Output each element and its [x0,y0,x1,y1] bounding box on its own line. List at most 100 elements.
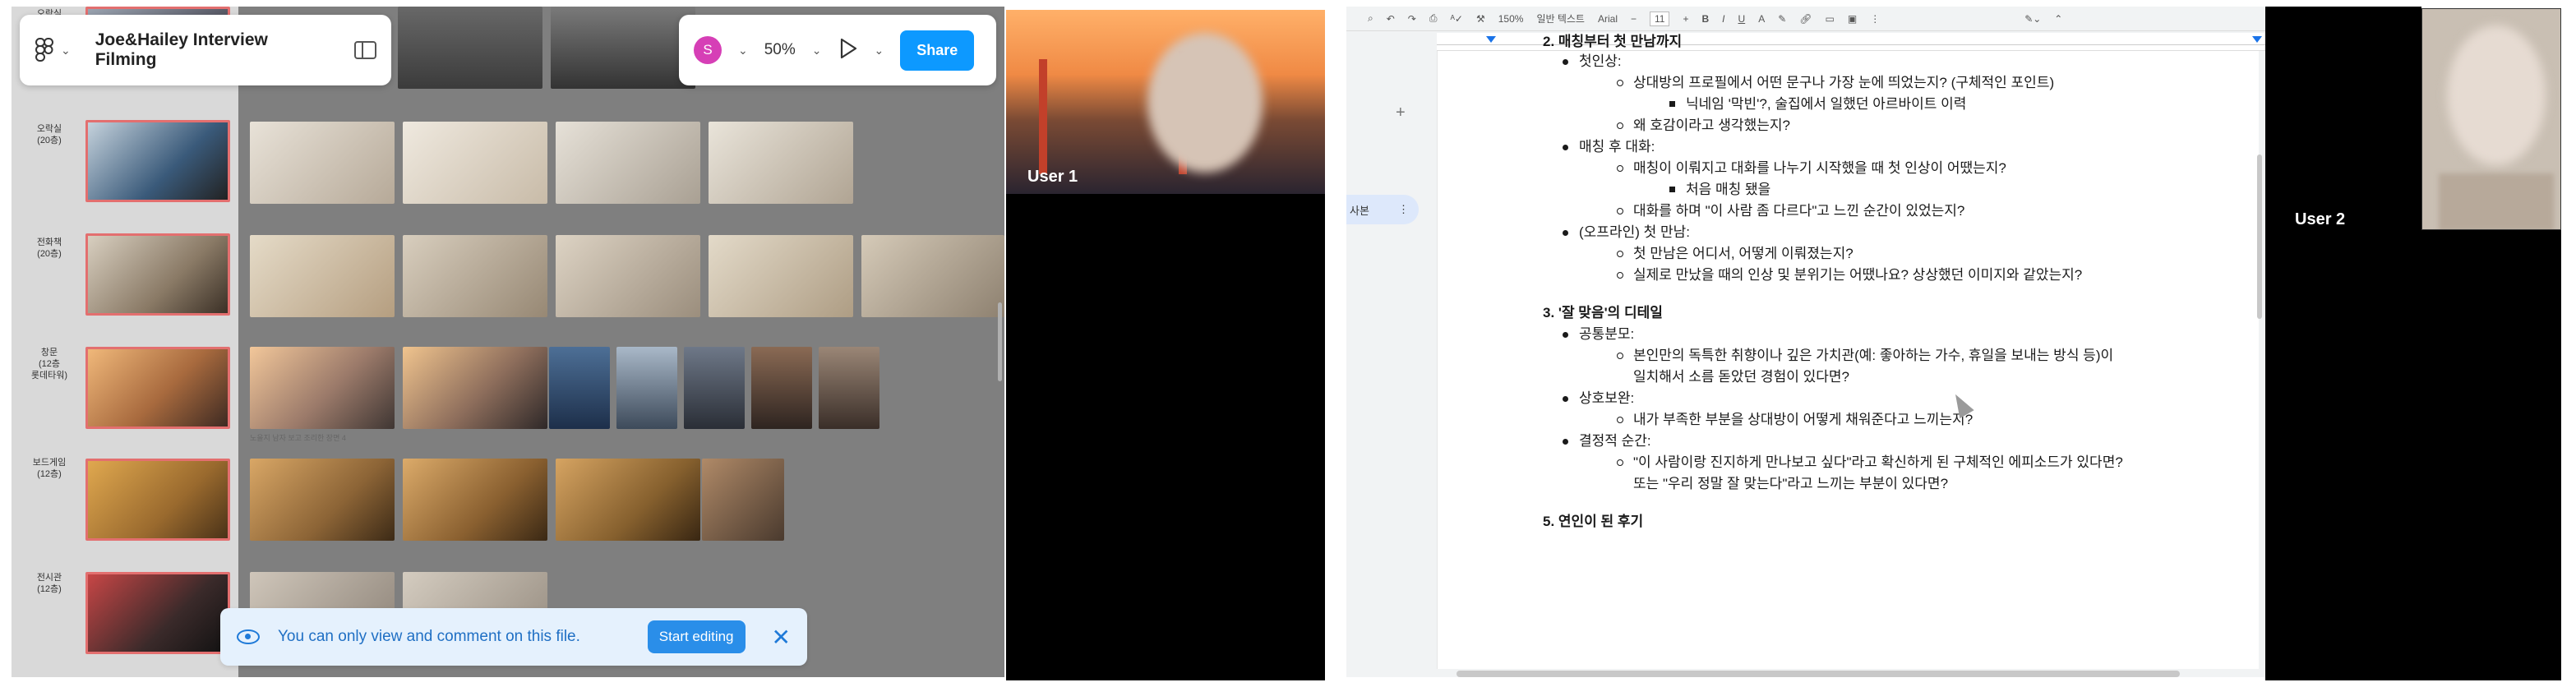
figma-logo-icon[interactable] [35,38,56,62]
link-icon[interactable]: 🔗︎ [1799,13,1812,25]
font-size-input[interactable]: 11 [1650,11,1670,26]
document-line[interactable]: 상대방의 프로필에서 어떤 문구나 가장 눈에 띄었는지? (구체적인 포인트) [1616,74,2054,92]
avatar[interactable]: S [694,36,722,64]
photo[interactable] [250,122,395,204]
photo[interactable] [616,347,677,429]
canvas-scrollbar[interactable] [998,302,1002,381]
scene-thumbnail[interactable] [85,459,230,541]
document-line[interactable]: 첫인상: [1563,53,1622,71]
chevron-down-icon[interactable]: ⌄ [875,44,884,58]
photo[interactable] [403,122,547,204]
font-size-plus[interactable]: + [1683,13,1688,25]
style-select[interactable]: 일반 텍스트 [1536,12,1585,25]
photo[interactable] [702,459,784,541]
zoom-level[interactable]: 50% [764,41,796,59]
photo[interactable] [403,235,547,317]
document-line[interactable]: "이 사람이랑 진지하게 만나보고 싶다"라고 확신하게 된 구체적인 에피소드… [1617,454,2123,472]
document-line[interactable]: 상호보완: [1562,390,1634,408]
photo[interactable] [709,122,853,204]
more-icon[interactable]: ⋮ [1398,203,1409,216]
banner-message: You can only view and comment on this fi… [278,628,580,645]
photo[interactable] [549,347,610,429]
section-heading[interactable]: 3. '잘 맞음'의 디테일 [1543,304,1663,322]
document-line[interactable]: 첫 만남은 어디서, 어떻게 이뤄졌는지? [1617,245,1854,263]
document-line[interactable]: 결정적 순간: [1563,432,1651,450]
horizontal-scrollbar[interactable] [1457,671,2180,677]
document-line[interactable]: 닉네임 '막빈'?, 술집에서 일했던 아르바이트 이력 [1669,95,1966,113]
photo[interactable] [684,347,745,429]
underline-icon[interactable]: U [1738,13,1746,25]
document-line[interactable]: 또는 "우리 정말 잘 맞는다"라고 느끼는 부분이 있다면? [1633,475,1948,493]
print-icon[interactable]: ⎙ [1429,12,1438,25]
section-heading[interactable]: 5. 연인이 된 후기 [1543,513,1643,531]
photo[interactable] [861,235,1004,317]
video-tile-user-1[interactable]: User 1 [1006,10,1325,194]
photo[interactable] [250,459,395,541]
document-line[interactable]: 본인만의 독특한 취향이나 깊은 가치관(예: 좋아하는 가수, 휴일을 보내는… [1616,347,2113,365]
photo[interactable] [403,347,547,429]
bold-icon[interactable]: B [1702,13,1710,25]
search-icon[interactable]: ⌕ [1368,12,1373,25]
scene-thumbnail[interactable] [85,347,230,429]
document-line[interactable]: 실제로 만났을 때의 인상 및 분위기는 어땠나요? 상상했던 이미지와 같았는… [1616,266,2082,284]
photo[interactable] [819,347,879,429]
document-page[interactable]: 2. 매칭부터 첫 만남까지첫인상: 상대방의 프로필에서 어떤 문구나 가장 눈… [1437,34,2259,669]
photo[interactable] [556,122,700,204]
document-line[interactable]: 왜 호감이라고 생각했는지? [1617,117,1790,135]
left-indent-marker[interactable] [1486,36,1496,43]
sidebar-toggle-icon[interactable] [353,41,376,59]
image-icon[interactable]: ▣ [1848,13,1857,25]
file-title[interactable]: Joe&Hailey Interview Filming [95,30,325,70]
photo[interactable] [250,347,395,429]
paint-format-icon[interactable]: ⚒ [1476,13,1485,25]
document-line[interactable]: 일치해서 소름 돋았던 경험이 있다면? [1633,368,1849,386]
photo[interactable] [751,347,812,429]
document-line[interactable]: 내가 부족한 부분을 상대방이 어떻게 채워준다고 느끼는지? [1616,411,1973,429]
highlight-icon[interactable]: ✎ [1778,13,1786,25]
figma-canvas[interactable]: 오락실 오락실 (20층) 전화책 (20층) 창문 (12층 롯데타워) 보드… [12,7,1004,677]
right-indent-marker[interactable] [2252,36,2262,43]
photo[interactable] [403,459,547,541]
photo[interactable] [250,235,395,317]
close-icon[interactable]: ✕ [772,624,791,651]
document-line[interactable]: (오프라인) 첫 만남: [1563,224,1690,242]
collapse-icon[interactable]: ⌃ [2054,13,2062,25]
scene-thumbnail[interactable] [85,120,230,202]
chevron-down-icon[interactable]: ⌄ [812,44,822,58]
document-line[interactable]: 매칭 후 대화: [1562,138,1655,156]
present-play-icon[interactable] [838,38,858,63]
more-icon[interactable]: ⋮ [1870,13,1880,25]
scene-thumbnail[interactable] [85,572,230,654]
chevron-down-icon[interactable]: ⌄ [61,44,71,58]
start-editing-button[interactable]: Start editing [647,620,746,653]
undo-icon[interactable]: ↶ [1387,13,1395,25]
document-line[interactable]: 처음 매칭 됐을 [1669,181,1770,199]
chevron-down-icon[interactable]: ⌄ [738,44,748,58]
vertical-scrollbar[interactable] [2257,154,2262,319]
add-tab-icon[interactable]: + [1396,104,1406,122]
document-line[interactable]: 매칭이 이뤄지고 대화를 나누기 시작했을 때 첫 인상이 어땠는지? [1617,159,2006,178]
scene-thumbnail[interactable] [85,233,230,316]
font-select[interactable]: Arial [1598,13,1618,25]
comment-icon[interactable]: ▭ [1826,13,1835,25]
photo[interactable] [556,235,700,317]
outline-tab[interactable]: 사본 ⋮ [1346,195,1419,224]
italic-icon[interactable]: I [1722,13,1724,25]
redo-icon[interactable]: ↷ [1408,13,1416,25]
video-tile-user-2[interactable] [2421,8,2561,230]
photo[interactable] [551,7,695,89]
editing-mode-icon[interactable]: ✎⌄ [2024,13,2041,25]
font-size-minus[interactable]: − [1631,13,1637,25]
spellcheck-icon[interactable]: ᴬ✓ [1450,13,1463,25]
document-line[interactable]: 공통분모: [1562,325,1634,344]
zoom-select[interactable]: 150% [1498,13,1524,25]
document-line[interactable]: 대화를 하며 "이 사람 좀 다르다"고 느낀 순간이 있었는지? [1616,202,1964,220]
text-color-icon[interactable]: A [1758,13,1765,25]
photo[interactable] [709,235,853,317]
section-heading[interactable]: 2. 매칭부터 첫 만남까지 [1543,33,1682,51]
screen: 오락실 오락실 (20층) 전화책 (20층) 창문 (12층 롯데타워) 보드… [0,0,2576,687]
photo[interactable] [398,7,542,89]
row-label: 오락실 (20층) [36,124,62,145]
share-button[interactable]: Share [900,30,975,71]
photo[interactable] [556,459,700,541]
